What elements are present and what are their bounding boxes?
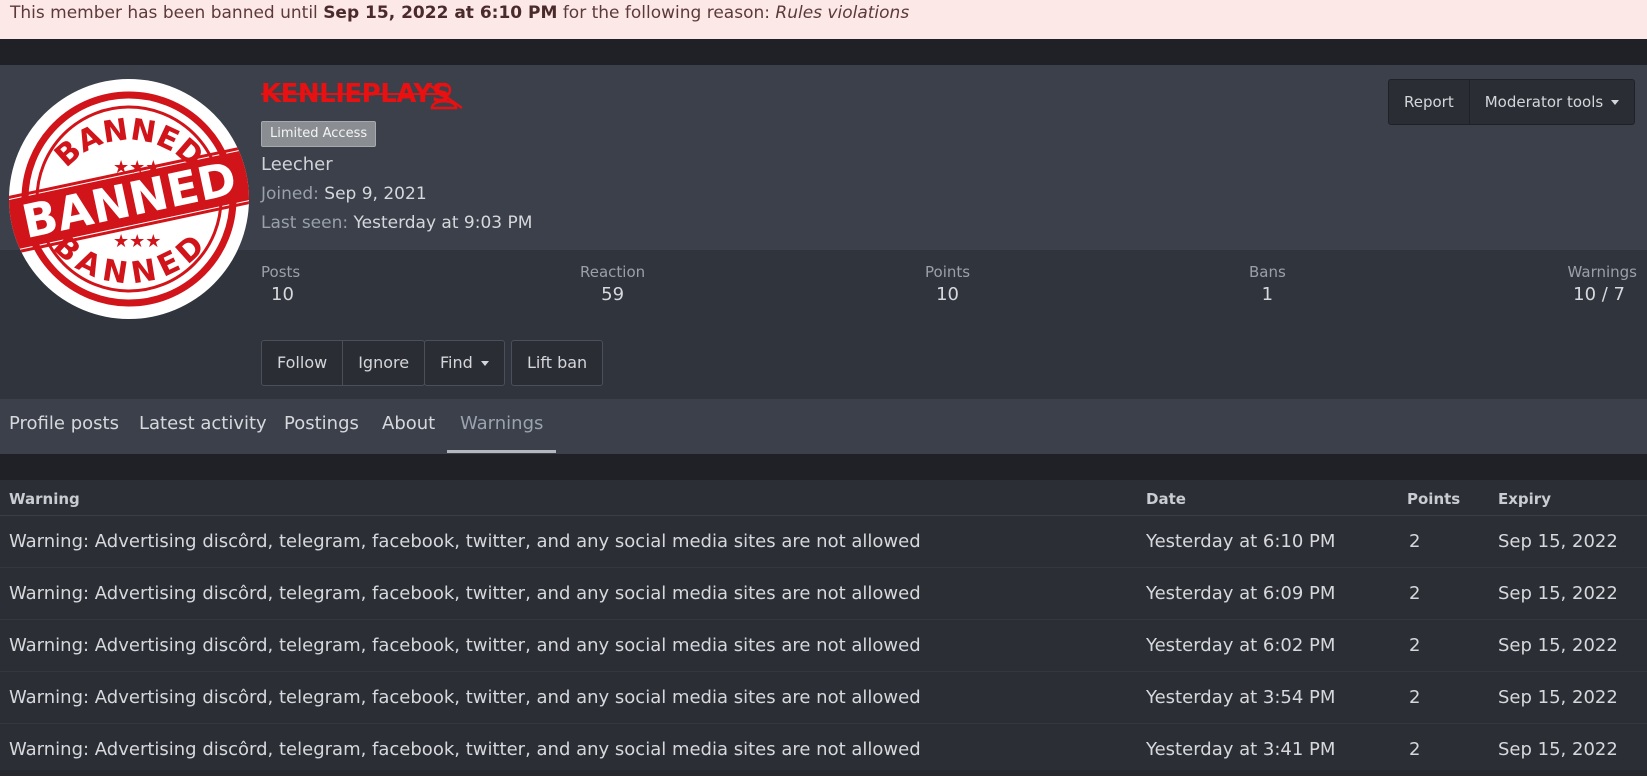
warning-cell[interactable]: Warning: Advertising discôrd, telegram, … [9, 516, 921, 568]
moderator-tools-button[interactable]: Moderator tools [1468, 80, 1634, 124]
ban-until-date: Sep 15, 2022 at 6:10 PM [323, 3, 558, 23]
lift-ban-button[interactable]: Lift ban [512, 341, 602, 385]
username[interactable]: KENLIEPLAYS [261, 79, 450, 109]
stat-bans[interactable]: Bans 1 [1249, 263, 1286, 305]
report-button[interactable]: Report [1389, 80, 1469, 124]
points-cell: 2 [1409, 583, 1421, 604]
stat-label: Points [925, 263, 971, 281]
table-row[interactable]: Warning: Advertising discôrd, telegram, … [0, 672, 1647, 724]
tab-postings[interactable]: Postings [284, 399, 359, 454]
tab-latest-activity[interactable]: Latest activity [139, 399, 267, 454]
points-cell: 2 [1409, 739, 1421, 760]
date-cell: Yesterday at 6:10 PM [1146, 531, 1336, 552]
expiry-cell: Sep 15, 2022 [1498, 635, 1618, 656]
ban-reason: Rules violations [775, 3, 910, 23]
date-cell: Yesterday at 3:41 PM [1146, 739, 1336, 760]
table-row[interactable]: Warning: Advertising discôrd, telegram, … [0, 516, 1647, 568]
points-cell: 2 [1409, 687, 1421, 708]
stat-value: 1 [1261, 284, 1274, 305]
expiry-cell: Sep 15, 2022 [1498, 583, 1618, 604]
warning-cell[interactable]: Warning: Advertising discôrd, telegram, … [9, 620, 921, 672]
stat-label: Reaction [580, 263, 646, 281]
caret-down-icon [480, 361, 489, 366]
points-cell: 2 [1409, 635, 1421, 656]
header-points: Points [1407, 490, 1461, 508]
ban-notice-middle: for the following reason: [557, 3, 776, 23]
header-warning: Warning [9, 490, 80, 508]
last-seen-label: Last seen: [261, 213, 349, 233]
find-label: Find [440, 353, 473, 372]
tab-warnings[interactable]: Warnings [460, 399, 543, 454]
stat-value: 59 [601, 284, 625, 305]
report-label: Report [1404, 93, 1454, 111]
stat-reaction[interactable]: Reaction 59 [580, 263, 645, 305]
expiry-cell: Sep 15, 2022 [1498, 687, 1618, 708]
joined-value: Sep 9, 2021 [324, 184, 427, 204]
points-cell: 2 [1409, 531, 1421, 552]
active-tab-indicator [447, 450, 556, 453]
ban-notice: This member has been banned until Sep 15… [0, 0, 1647, 39]
last-seen-value[interactable]: Yesterday at 9:03 PM [354, 213, 533, 233]
caret-down-icon [1610, 100, 1619, 105]
header-actions: Report Moderator tools [1388, 79, 1635, 125]
table-row[interactable]: Warning: Advertising discôrd, telegram, … [0, 724, 1647, 770]
warning-cell[interactable]: Warning: Advertising discôrd, telegram, … [9, 672, 921, 724]
profile-stats-bar [0, 250, 1647, 399]
follow-button[interactable]: Follow [262, 341, 342, 385]
lift-ban-group: Lift ban [511, 340, 604, 386]
stat-posts[interactable]: Posts 10 [261, 263, 300, 305]
banned-stamp-image: BANNED BANNED ★★★ ★★★ BANNED [9, 91, 249, 307]
profile-tabs: Profile posts Latest activity Postings A… [0, 399, 1647, 454]
expiry-cell: Sep 15, 2022 [1498, 739, 1618, 760]
stat-value: 10 [271, 284, 294, 305]
stat-label: Bans [1249, 263, 1286, 281]
user-title: Leecher [261, 154, 333, 175]
last-seen-line: Last seen: Yesterday at 9:03 PM [261, 213, 532, 233]
joined-label: Joined: [261, 184, 319, 204]
ban-notice-prefix: This member has been banned until [10, 3, 324, 23]
stat-points[interactable]: Points 10 [925, 263, 970, 305]
spacer-strip [0, 454, 1647, 480]
warning-cell[interactable]: Warning: Advertising discôrd, telegram, … [9, 568, 921, 620]
find-button[interactable]: Find [425, 341, 504, 385]
spacer-strip [0, 39, 1647, 65]
table-row[interactable]: Warning: Advertising discôrd, telegram, … [0, 620, 1647, 672]
table-row[interactable]: Warning: Advertising discôrd, telegram, … [0, 568, 1647, 620]
date-cell: Yesterday at 6:02 PM [1146, 635, 1336, 656]
stat-label: Posts [261, 263, 301, 281]
tab-about[interactable]: About [382, 399, 435, 454]
moderator-tools-label: Moderator tools [1484, 93, 1604, 111]
header-date: Date [1146, 490, 1186, 508]
header-expiry: Expiry [1498, 490, 1551, 508]
stat-label: Warnings [1567, 263, 1638, 281]
joined-line: Joined: Sep 9, 2021 [261, 184, 427, 204]
find-group: Find [424, 340, 505, 386]
warning-cell[interactable]: Warning: Advertising discôrd, telegram, … [9, 724, 921, 776]
expiry-cell: Sep 15, 2022 [1498, 531, 1618, 552]
follow-ignore-group: Follow Ignore [261, 340, 426, 386]
avatar[interactable]: BANNED BANNED ★★★ ★★★ BANNED [9, 79, 249, 319]
tab-profile-posts[interactable]: Profile posts [9, 399, 119, 454]
stat-value: 10 [936, 284, 959, 305]
stat-warnings[interactable]: Warnings 10 / 7 [1568, 263, 1638, 305]
date-cell: Yesterday at 6:09 PM [1146, 583, 1336, 604]
star-icon: ★★★ [113, 231, 161, 252]
date-cell: Yesterday at 3:54 PM [1146, 687, 1336, 708]
user-slash-icon [427, 82, 463, 110]
stat-value: 10 / 7 [1573, 284, 1625, 305]
ignore-button[interactable]: Ignore [342, 341, 424, 385]
user-banner-badge: Limited Access [261, 121, 377, 147]
